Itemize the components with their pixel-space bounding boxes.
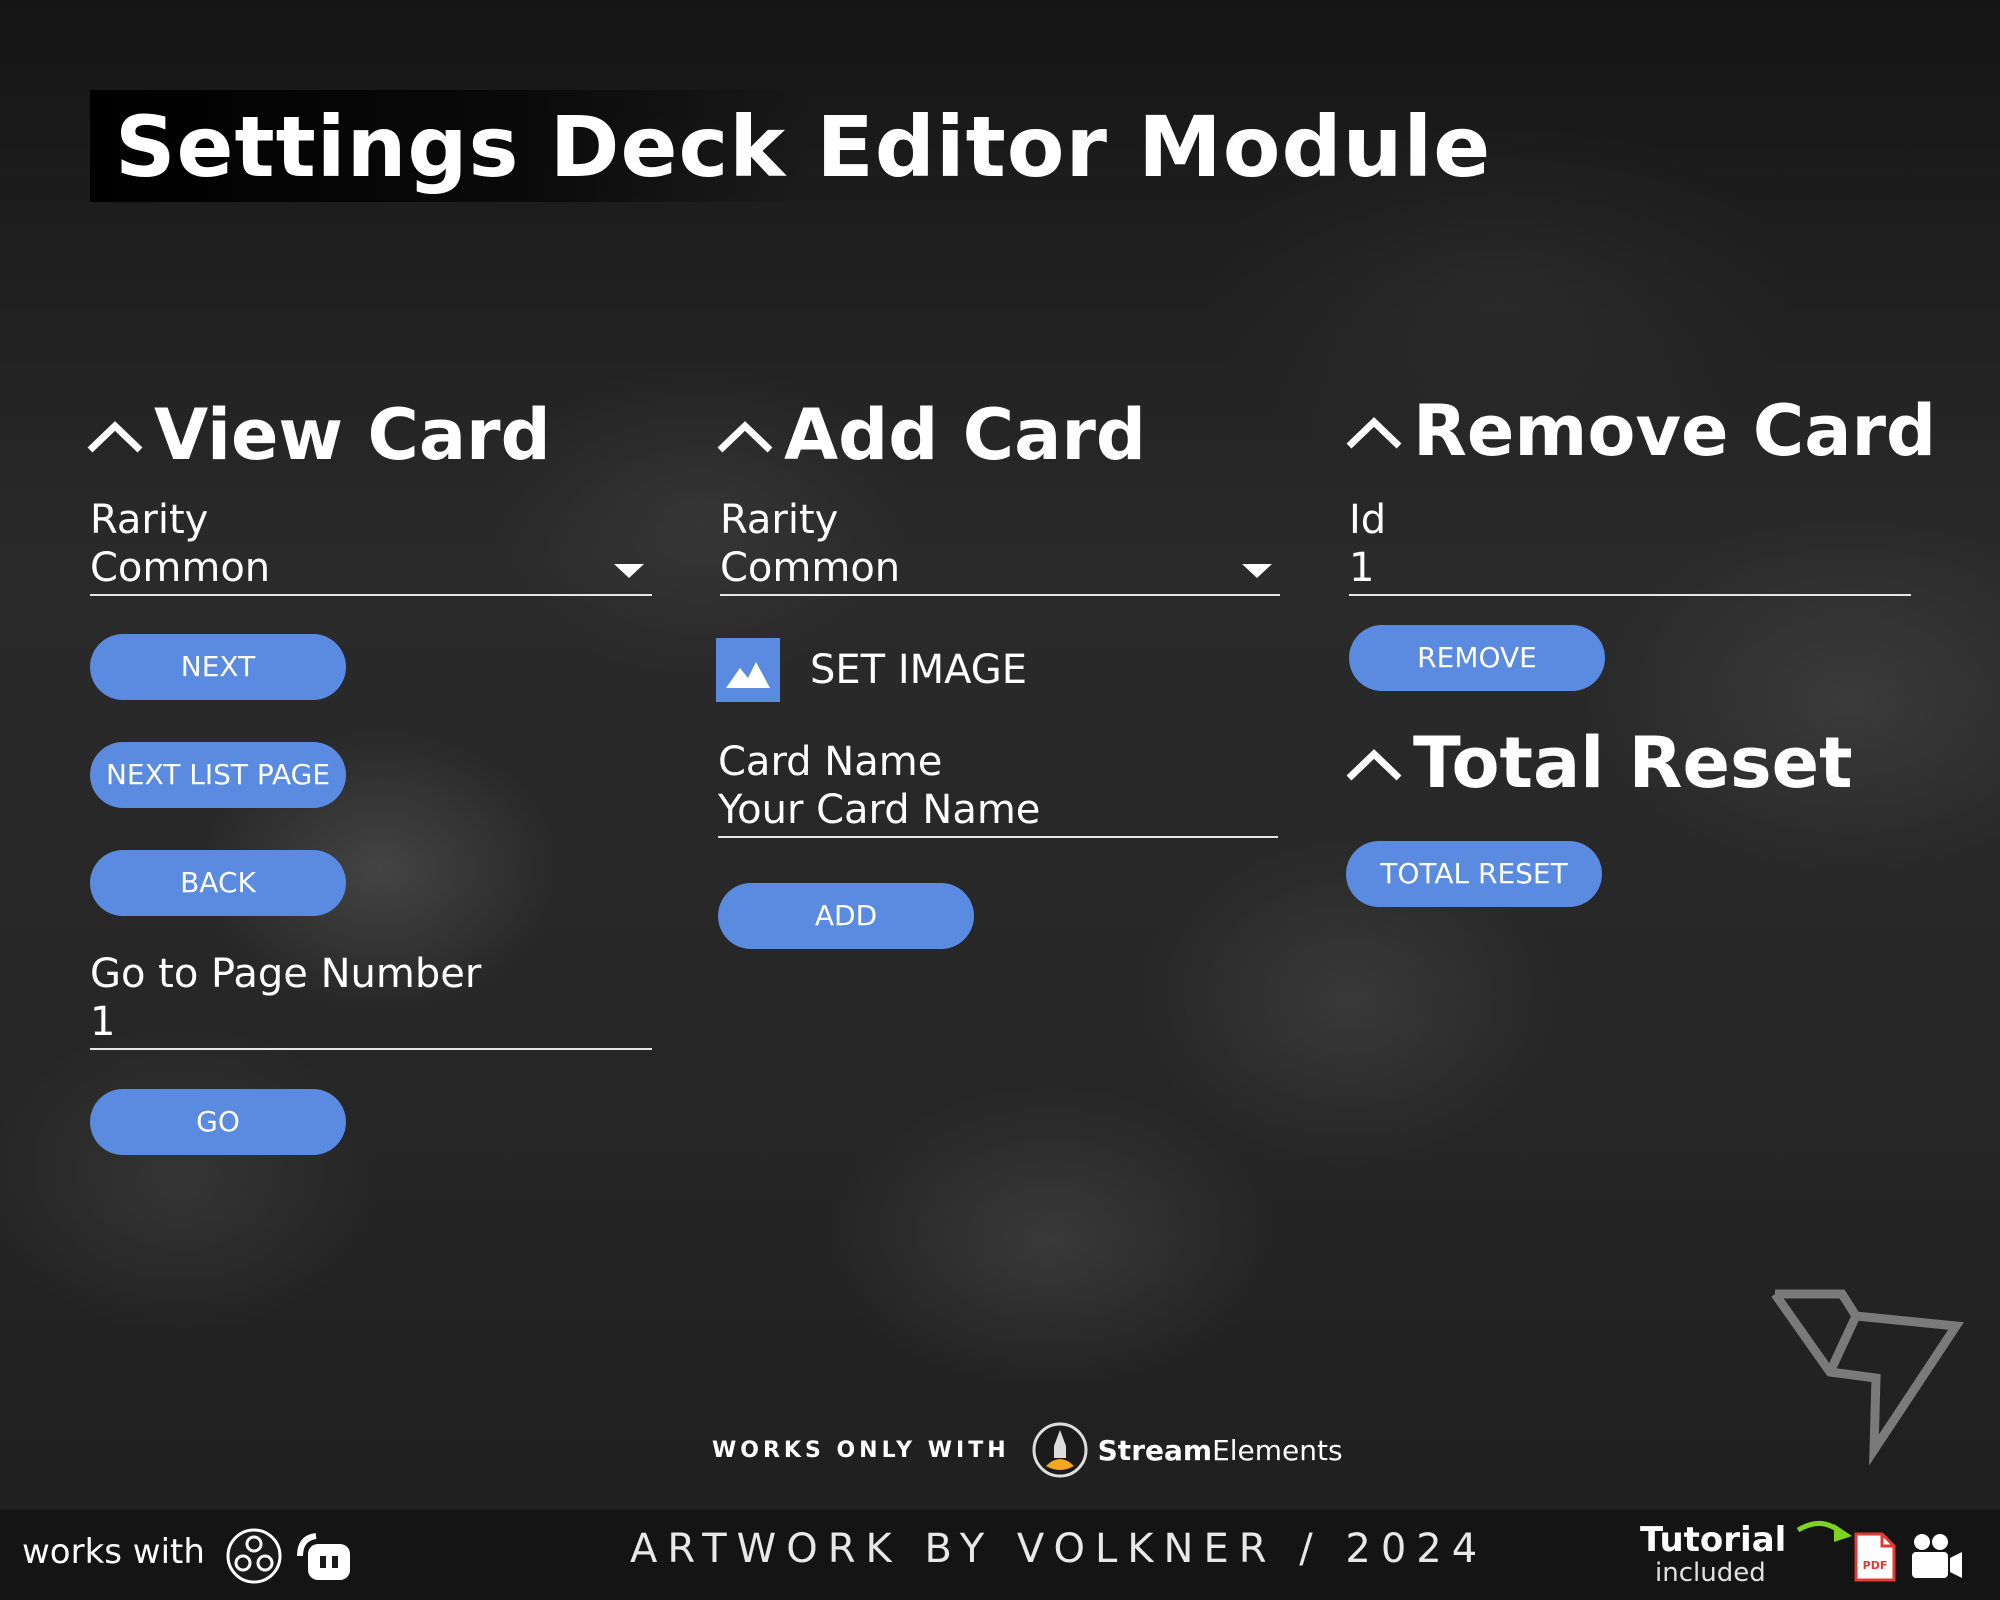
works-only-with-text: WORKS ONLY WITH <box>712 1437 1010 1463</box>
video-icon <box>1912 1534 1962 1578</box>
included-text: included <box>1655 1558 1766 1588</box>
view-card-heading: View Card <box>154 394 551 476</box>
chevron-up-icon <box>1346 417 1402 449</box>
streamelements-name: StreamElements <box>1098 1434 1343 1467</box>
add-card-heading: Add Card <box>784 394 1146 476</box>
page-title: Settings Deck Editor Module <box>115 98 1492 196</box>
streamelements-name-rest: Elements <box>1212 1433 1343 1467</box>
works-with-text: works with <box>22 1532 205 1572</box>
add-button[interactable]: ADD <box>718 883 974 949</box>
remove-card-header[interactable]: Remove Card <box>1343 386 1936 476</box>
view-card-rarity-select[interactable]: Common <box>90 542 652 596</box>
streamelements-icon <box>1032 1422 1088 1478</box>
tutorial-text: Tutorial <box>1640 1520 1787 1560</box>
remove-id-label: Id <box>1349 497 1387 543</box>
pdf-icon: PDF <box>1854 1532 1896 1582</box>
card-name-input[interactable]: Your Card Name <box>718 784 1278 838</box>
add-card-rarity-label: Rarity <box>720 497 839 543</box>
image-icon <box>716 638 780 702</box>
view-card-header[interactable]: View Card <box>84 390 551 480</box>
streamelements-promo: WORKS ONLY WITH StreamElements <box>712 1418 1343 1482</box>
streamelements-name-bold: Stream <box>1097 1433 1213 1467</box>
total-reset-button[interactable]: TOTAL RESET <box>1346 841 1602 907</box>
goto-page-label: Go to Page Number <box>90 951 482 997</box>
chevron-up-icon <box>87 421 143 453</box>
remove-card-heading: Remove Card <box>1413 390 1937 472</box>
chevron-up-icon <box>717 421 773 453</box>
next-list-page-button[interactable]: NEXT LIST PAGE <box>90 742 346 808</box>
back-button[interactable]: BACK <box>90 850 346 916</box>
chevron-up-icon <box>1346 749 1402 781</box>
add-card-header[interactable]: Add Card <box>714 390 1146 480</box>
arrow-icon <box>1796 1521 1852 1542</box>
remove-button[interactable]: REMOVE <box>1349 625 1605 691</box>
set-image-button[interactable]: SET IMAGE <box>716 637 1027 703</box>
streamlabs-icon <box>297 1533 350 1580</box>
caret-down-icon <box>1242 564 1272 578</box>
artwork-credit: ARTWORK BY VOLKNER / 2024 <box>630 1526 1488 1572</box>
total-reset-heading: Total Reset <box>1413 722 1853 804</box>
card-name-label: Card Name <box>718 739 943 785</box>
volkner-logo <box>1771 1289 1964 1466</box>
view-card-rarity-label: Rarity <box>90 497 209 543</box>
go-button[interactable]: GO <box>90 1089 346 1155</box>
goto-page-input[interactable]: 1 <box>90 996 652 1050</box>
caret-down-icon <box>614 564 644 578</box>
remove-id-input[interactable]: 1 <box>1349 542 1911 596</box>
add-card-rarity-value: Common <box>720 545 901 591</box>
view-card-rarity-value: Common <box>90 545 271 591</box>
total-reset-header[interactable]: Total Reset <box>1343 718 1853 808</box>
add-card-rarity-select[interactable]: Common <box>720 542 1280 596</box>
footer-bar: works with ARTWORK BY VOLKNER / 2024 Tut… <box>0 1510 2000 1600</box>
pdf-badge-text: PDF <box>1863 1559 1888 1572</box>
set-image-label: SET IMAGE <box>810 647 1028 693</box>
obs-icon <box>226 1528 282 1584</box>
next-button[interactable]: NEXT <box>90 634 346 700</box>
